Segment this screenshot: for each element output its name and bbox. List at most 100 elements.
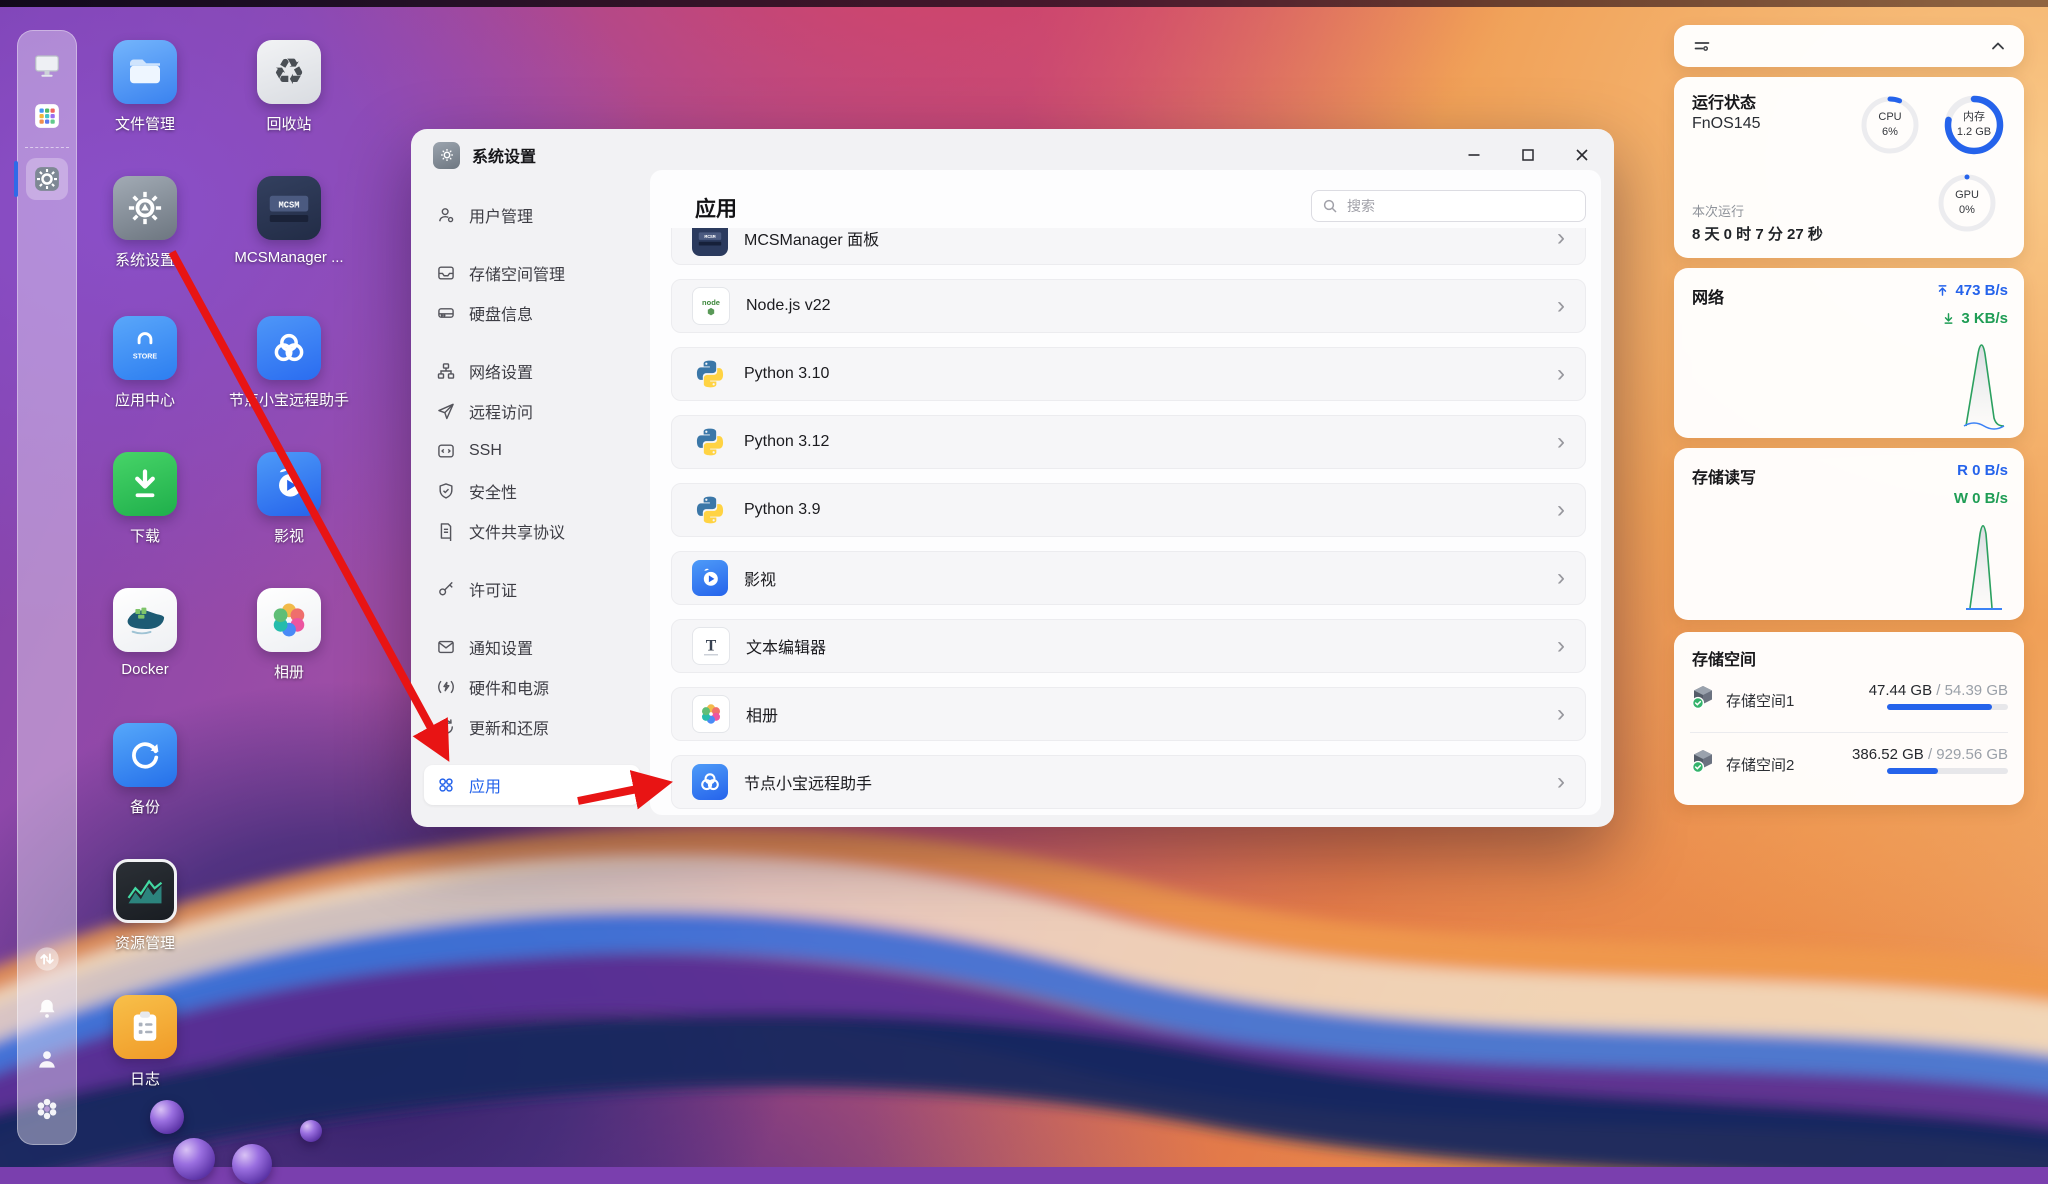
menu-item-disk-info[interactable]: 硬盘信息	[424, 293, 640, 333]
desktop-icon-remote-assistant[interactable]: 节点小宝远程助手	[219, 316, 359, 410]
desktop-icon-mcsmanager[interactable]: MCSM MCSManager ...	[219, 176, 359, 266]
desktop-icon-docker[interactable]: Docker	[75, 588, 215, 678]
menu-item-file-sharing[interactable]: 文件共享协议	[424, 511, 640, 551]
gpu-label: GPU	[1955, 188, 1979, 203]
menu-item-label: 存储空间管理	[469, 261, 565, 285]
desktop-icon-logs[interactable]: 日志	[75, 995, 215, 1089]
app-row-nodejs[interactable]: node Node.js v22 ›	[671, 279, 1586, 333]
chevron-right-icon: ›	[1557, 634, 1565, 658]
system-flower-settings-icon[interactable]	[25, 1087, 69, 1131]
app-row-python310[interactable]: Python 3.10 ›	[671, 347, 1586, 401]
search-input[interactable]	[1345, 197, 1575, 215]
desktop-monitor-icon[interactable]	[25, 44, 69, 88]
app-row-python312[interactable]: Python 3.12 ›	[671, 415, 1586, 469]
cpu-label: CPU	[1878, 110, 1901, 125]
desktop-icon-download[interactable]: 下载	[75, 452, 215, 546]
desktop-icon-system-settings[interactable]: 系统设置	[75, 176, 215, 270]
upload-arrow-icon	[1936, 284, 1949, 297]
volume-name: 存储空间1	[1726, 690, 1794, 711]
app-name: 相册	[746, 702, 778, 726]
icon-label: 备份	[75, 796, 215, 817]
collapse-chevron-up-icon[interactable]	[1988, 36, 2008, 56]
app-row-mcsmanager[interactable]: MCSM MCSManager 面板 ›	[671, 228, 1586, 265]
menu-item-license[interactable]: 许可证	[424, 569, 640, 609]
volume-usage: 47.44 GB / 54.39 GB	[1869, 682, 2008, 699]
desktop-icon-video[interactable]: 影视	[219, 452, 359, 546]
widget-sort-icon[interactable]	[1692, 36, 1712, 56]
desktop-icon-photos[interactable]: 相册	[219, 588, 359, 682]
menu-item-label: SSH	[469, 442, 502, 460]
maximize-button[interactable]	[1518, 145, 1538, 165]
docker-whale-icon	[113, 588, 177, 652]
menu-item-ssh[interactable]: SSH	[424, 431, 640, 471]
icon-label: 文件管理	[75, 113, 215, 134]
icon-label: 应用中心	[75, 389, 215, 410]
search-box[interactable]	[1311, 190, 1586, 222]
app-row-python39[interactable]: Python 3.9 ›	[671, 483, 1586, 537]
disk-io-widget: 存储读写 R 0 B/s W 0 B/s	[1674, 448, 2024, 620]
desktop-icon-backup[interactable]: 备份	[75, 723, 215, 817]
svg-text:MCSM: MCSM	[704, 234, 715, 240]
icon-label: 系统设置	[75, 249, 215, 270]
widgets-panel: 运行状态 FnOS145 CPU6% 内存1.2 GB GPU0% 本次运行 8…	[1674, 0, 2024, 1167]
icon-label: Docker	[75, 661, 215, 678]
app-name: Node.js v22	[746, 297, 831, 315]
dock-settings-icon-active[interactable]	[25, 157, 69, 201]
python-app-icon	[692, 492, 728, 528]
uptime-value: 8 天 0 时 7 分 27 秒	[1692, 223, 1823, 244]
taskbar-dock	[17, 30, 77, 1145]
menu-item-hardware-power[interactable]: 硬件和电源	[424, 667, 640, 707]
app-row-video[interactable]: 影视 ›	[671, 551, 1586, 605]
menu-item-remote-access[interactable]: 远程访问	[424, 391, 640, 431]
app-row-remote-assistant[interactable]: 节点小宝远程助手 ›	[671, 755, 1586, 809]
close-button[interactable]	[1572, 145, 1592, 165]
menu-item-label: 网络设置	[469, 359, 533, 383]
user-account-icon[interactable]	[25, 1037, 69, 1081]
upload-speed: 473 B/s	[1936, 282, 2008, 299]
menu-item-apps-active[interactable]: 应用	[424, 765, 640, 805]
download-icon	[113, 452, 177, 516]
apps-content-panel: 应用 MCSM MCSManager 面板 › node Node.js v22…	[650, 170, 1601, 815]
menu-item-security[interactable]: 安全性	[424, 471, 640, 511]
app-grid-icon[interactable]	[25, 94, 69, 138]
app-row-photos[interactable]: 相册 ›	[671, 687, 1586, 741]
volume-progress-bar	[1887, 704, 2008, 710]
video-app-icon	[692, 560, 728, 596]
python-app-icon	[692, 356, 728, 392]
clipboard-icon	[113, 995, 177, 1059]
icon-label: 资源管理	[75, 932, 215, 953]
chevron-right-icon: ›	[1557, 566, 1565, 590]
desktop-icon-file-manager[interactable]: 文件管理	[75, 40, 215, 134]
app-name: 文本编辑器	[746, 634, 826, 658]
notifications-bell-icon[interactable]	[25, 987, 69, 1031]
transfer-tasks-icon[interactable]	[25, 937, 69, 981]
chevron-right-icon: ›	[1557, 228, 1565, 250]
disk-spike-graph	[1962, 520, 2008, 612]
desktop-icon-resource-monitor[interactable]: 资源管理	[75, 859, 215, 953]
trefoil-knot-icon	[257, 316, 321, 380]
gpu-ring: GPU0%	[1935, 171, 1999, 235]
mcsm-icon: MCSM	[257, 176, 321, 240]
menu-item-storage-pools[interactable]: 存储空间管理	[424, 253, 640, 293]
menu-item-label: 安全性	[469, 479, 517, 503]
menu-item-update-restore[interactable]: 更新和还原	[424, 707, 640, 747]
wallpaper-bubble	[300, 1120, 322, 1142]
menu-item-users[interactable]: 用户管理	[424, 195, 640, 235]
chevron-right-icon: ›	[1557, 294, 1565, 318]
desktop-icon-app-center[interactable]: STORE 应用中心	[75, 316, 215, 410]
folder-icon	[113, 40, 177, 104]
volume-progress-bar	[1887, 768, 2008, 774]
menu-item-label: 硬盘信息	[469, 301, 533, 325]
menu-item-notifications[interactable]: 通知设置	[424, 627, 640, 667]
storage-volume-icon	[1690, 748, 1716, 774]
app-list: MCSM MCSManager 面板 › node Node.js v22 › …	[671, 228, 1586, 809]
gpu-value: 0%	[1959, 203, 1975, 218]
network-widget: 网络 473 B/s 3 KB/s	[1674, 268, 2024, 438]
menu-item-network[interactable]: 网络设置	[424, 351, 640, 391]
volume-name: 存储空间2	[1726, 754, 1794, 775]
desktop-icon-recycle-bin[interactable]: ♻ 回收站	[219, 40, 359, 134]
svg-text:node: node	[702, 298, 720, 307]
wallpaper-bubble	[150, 1100, 184, 1134]
minimize-button[interactable]	[1464, 145, 1484, 165]
app-row-text-editor[interactable]: T 文本编辑器 ›	[671, 619, 1586, 673]
